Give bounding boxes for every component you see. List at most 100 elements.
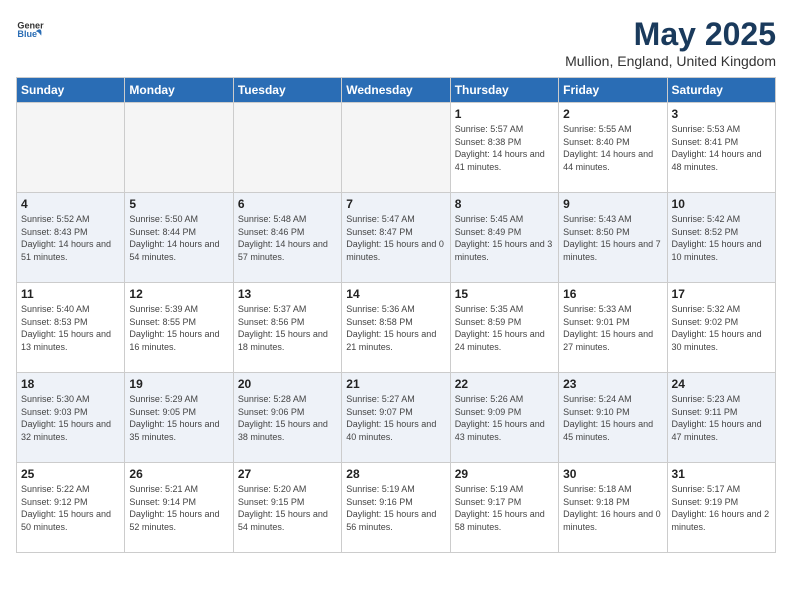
day-info: Sunrise: 5:30 AMSunset: 9:03 PMDaylight:… xyxy=(21,393,120,443)
day-number: 21 xyxy=(346,377,445,391)
day-info: Sunrise: 5:57 AMSunset: 8:38 PMDaylight:… xyxy=(455,123,554,173)
day-info: Sunrise: 5:28 AMSunset: 9:06 PMDaylight:… xyxy=(238,393,337,443)
day-info: Sunrise: 5:50 AMSunset: 8:44 PMDaylight:… xyxy=(129,213,228,263)
day-info: Sunrise: 5:35 AMSunset: 8:59 PMDaylight:… xyxy=(455,303,554,353)
day-number: 20 xyxy=(238,377,337,391)
day-number: 17 xyxy=(672,287,771,301)
calendar-day-cell: 8 Sunrise: 5:45 AMSunset: 8:49 PMDaylight… xyxy=(450,193,558,283)
calendar-week-3: 11 Sunrise: 5:40 AMSunset: 8:53 PMDayligh… xyxy=(17,283,776,373)
day-number: 1 xyxy=(455,107,554,121)
day-info: Sunrise: 5:42 AMSunset: 8:52 PMDaylight:… xyxy=(672,213,771,263)
logo: General Blue xyxy=(16,16,44,44)
calendar-day-cell: 31 Sunrise: 5:17 AMSunset: 9:19 PMDayligh… xyxy=(667,463,775,553)
calendar-day-cell: 24 Sunrise: 5:23 AMSunset: 9:11 PMDayligh… xyxy=(667,373,775,463)
day-number: 8 xyxy=(455,197,554,211)
calendar-day-cell: 3 Sunrise: 5:53 AMSunset: 8:41 PMDaylight… xyxy=(667,103,775,193)
calendar-day-cell xyxy=(233,103,341,193)
day-number: 31 xyxy=(672,467,771,481)
day-info: Sunrise: 5:52 AMSunset: 8:43 PMDaylight:… xyxy=(21,213,120,263)
calendar-day-cell: 16 Sunrise: 5:33 AMSunset: 9:01 PMDayligh… xyxy=(559,283,667,373)
day-info: Sunrise: 5:19 AMSunset: 9:16 PMDaylight:… xyxy=(346,483,445,533)
calendar-day-cell: 26Sunrise: 5:21 AMSunset: 9:14 PMDayligh… xyxy=(125,463,233,553)
calendar-day-cell: 20 Sunrise: 5:28 AMSunset: 9:06 PMDayligh… xyxy=(233,373,341,463)
calendar-day-cell xyxy=(125,103,233,193)
calendar-week-2: 4Sunrise: 5:52 AMSunset: 8:43 PMDaylight… xyxy=(17,193,776,283)
weekday-header-tuesday: Tuesday xyxy=(233,78,341,103)
calendar-day-cell: 13 Sunrise: 5:37 AMSunset: 8:56 PMDayligh… xyxy=(233,283,341,373)
calendar-week-4: 18 Sunrise: 5:30 AMSunset: 9:03 PMDayligh… xyxy=(17,373,776,463)
title-block: May 2025 Mullion, England, United Kingdo… xyxy=(565,16,776,69)
calendar-day-cell: 1 Sunrise: 5:57 AMSunset: 8:38 PMDaylight… xyxy=(450,103,558,193)
day-number: 23 xyxy=(563,377,662,391)
day-number: 26 xyxy=(129,467,228,481)
day-info: Sunrise: 5:24 AMSunset: 9:10 PMDaylight:… xyxy=(563,393,662,443)
logo-icon: General Blue xyxy=(16,16,44,44)
calendar-day-cell: 18 Sunrise: 5:30 AMSunset: 9:03 PMDayligh… xyxy=(17,373,125,463)
calendar-day-cell: 4Sunrise: 5:52 AMSunset: 8:43 PMDaylight… xyxy=(17,193,125,283)
calendar-week-1: 1 Sunrise: 5:57 AMSunset: 8:38 PMDaylight… xyxy=(17,103,776,193)
day-number: 27 xyxy=(238,467,337,481)
day-info: Sunrise: 5:37 AMSunset: 8:56 PMDaylight:… xyxy=(238,303,337,353)
calendar-day-cell: 5 Sunrise: 5:50 AMSunset: 8:44 PMDaylight… xyxy=(125,193,233,283)
weekday-header-monday: Monday xyxy=(125,78,233,103)
day-info: Sunrise: 5:29 AMSunset: 9:05 PMDaylight:… xyxy=(129,393,228,443)
day-number: 2 xyxy=(563,107,662,121)
calendar-day-cell xyxy=(342,103,450,193)
day-number: 10 xyxy=(672,197,771,211)
header-row: SundayMondayTuesdayWednesdayThursdayFrid… xyxy=(17,78,776,103)
calendar-day-cell: 29Sunrise: 5:19 AMSunset: 9:17 PMDayligh… xyxy=(450,463,558,553)
day-number: 22 xyxy=(455,377,554,391)
day-info: Sunrise: 5:33 AMSunset: 9:01 PMDaylight:… xyxy=(563,303,662,353)
calendar-day-cell: 22Sunrise: 5:26 AMSunset: 9:09 PMDayligh… xyxy=(450,373,558,463)
day-number: 11 xyxy=(21,287,120,301)
page-header: General Blue May 2025 Mullion, England, … xyxy=(16,16,776,69)
day-number: 25 xyxy=(21,467,120,481)
day-info: Sunrise: 5:22 AMSunset: 9:12 PMDaylight:… xyxy=(21,483,120,533)
location: Mullion, England, United Kingdom xyxy=(565,53,776,69)
weekday-header-wednesday: Wednesday xyxy=(342,78,450,103)
day-info: Sunrise: 5:40 AMSunset: 8:53 PMDaylight:… xyxy=(21,303,120,353)
day-info: Sunrise: 5:27 AMSunset: 9:07 PMDaylight:… xyxy=(346,393,445,443)
day-number: 19 xyxy=(129,377,228,391)
day-info: Sunrise: 5:39 AMSunset: 8:55 PMDaylight:… xyxy=(129,303,228,353)
calendar-day-cell: 28 Sunrise: 5:19 AMSunset: 9:16 PMDayligh… xyxy=(342,463,450,553)
day-number: 16 xyxy=(563,287,662,301)
day-info: Sunrise: 5:53 AMSunset: 8:41 PMDaylight:… xyxy=(672,123,771,173)
svg-text:Blue: Blue xyxy=(17,29,37,39)
calendar-day-cell: 12Sunrise: 5:39 AMSunset: 8:55 PMDayligh… xyxy=(125,283,233,373)
calendar-week-5: 25 Sunrise: 5:22 AMSunset: 9:12 PMDayligh… xyxy=(17,463,776,553)
weekday-header-thursday: Thursday xyxy=(450,78,558,103)
day-info: Sunrise: 5:48 AMSunset: 8:46 PMDaylight:… xyxy=(238,213,337,263)
day-info: Sunrise: 5:47 AMSunset: 8:47 PMDaylight:… xyxy=(346,213,445,263)
calendar-day-cell: 25 Sunrise: 5:22 AMSunset: 9:12 PMDayligh… xyxy=(17,463,125,553)
day-info: Sunrise: 5:18 AMSunset: 9:18 PMDaylight:… xyxy=(563,483,662,533)
day-info: Sunrise: 5:45 AMSunset: 8:49 PMDaylight:… xyxy=(455,213,554,263)
day-number: 7 xyxy=(346,197,445,211)
calendar-day-cell: 17Sunrise: 5:32 AMSunset: 9:02 PMDayligh… xyxy=(667,283,775,373)
calendar-day-cell: 9Sunrise: 5:43 AMSunset: 8:50 PMDaylight… xyxy=(559,193,667,283)
day-number: 13 xyxy=(238,287,337,301)
day-number: 30 xyxy=(563,467,662,481)
day-info: Sunrise: 5:43 AMSunset: 8:50 PMDaylight:… xyxy=(563,213,662,263)
calendar-day-cell: 21 Sunrise: 5:27 AMSunset: 9:07 PMDayligh… xyxy=(342,373,450,463)
calendar-day-cell: 30 Sunrise: 5:18 AMSunset: 9:18 PMDayligh… xyxy=(559,463,667,553)
calendar-day-cell: 19 Sunrise: 5:29 AMSunset: 9:05 PMDayligh… xyxy=(125,373,233,463)
calendar-day-cell xyxy=(17,103,125,193)
day-number: 5 xyxy=(129,197,228,211)
day-number: 6 xyxy=(238,197,337,211)
day-info: Sunrise: 5:19 AMSunset: 9:17 PMDaylight:… xyxy=(455,483,554,533)
calendar-table: SundayMondayTuesdayWednesdayThursdayFrid… xyxy=(16,77,776,553)
day-number: 15 xyxy=(455,287,554,301)
day-info: Sunrise: 5:17 AMSunset: 9:19 PMDaylight:… xyxy=(672,483,771,533)
day-info: Sunrise: 5:23 AMSunset: 9:11 PMDaylight:… xyxy=(672,393,771,443)
calendar-day-cell: 15 Sunrise: 5:35 AMSunset: 8:59 PMDayligh… xyxy=(450,283,558,373)
calendar-day-cell: 27 Sunrise: 5:20 AMSunset: 9:15 PMDayligh… xyxy=(233,463,341,553)
day-number: 18 xyxy=(21,377,120,391)
month-title: May 2025 xyxy=(565,16,776,53)
day-number: 24 xyxy=(672,377,771,391)
day-info: Sunrise: 5:20 AMSunset: 9:15 PMDaylight:… xyxy=(238,483,337,533)
calendar-day-cell: 11 Sunrise: 5:40 AMSunset: 8:53 PMDayligh… xyxy=(17,283,125,373)
day-number: 3 xyxy=(672,107,771,121)
day-number: 28 xyxy=(346,467,445,481)
calendar-day-cell: 6 Sunrise: 5:48 AMSunset: 8:46 PMDaylight… xyxy=(233,193,341,283)
